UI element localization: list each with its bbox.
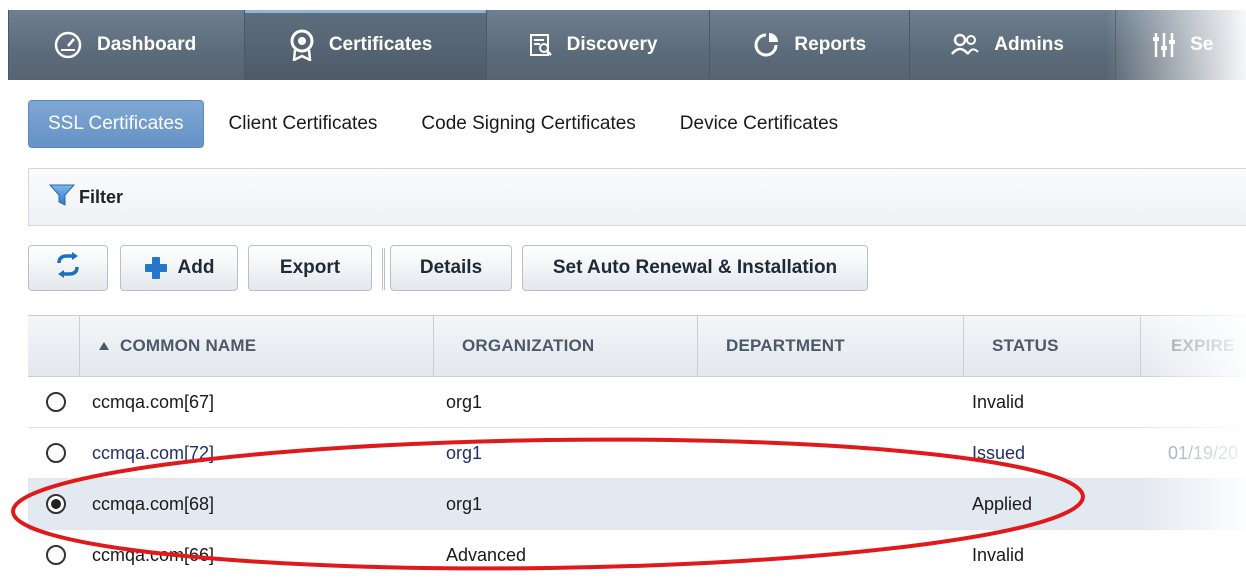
refresh-button[interactable] [28,245,108,291]
sort-ascending-icon [98,341,110,351]
row-select-radio-checked[interactable] [46,494,66,514]
cell-status: Invalid [972,545,1025,565]
cell-organization: org1 [446,443,483,463]
table-header: COMMON NAME ORGANIZATION DEPARTMENT STAT… [28,315,1246,377]
cell-common-name: ccmqa.com[72] [92,443,215,463]
certificate-type-tabs: SSL Certificates Client Certificates Cod… [28,100,863,148]
top-navigation: Dashboard Certificates Discovery Reports… [8,10,1246,80]
tab-device-certificates[interactable]: Device Certificates [661,100,857,148]
cell-status: Applied [972,494,1033,514]
export-button[interactable]: Export [248,245,372,291]
details-button[interactable]: Details [390,245,512,291]
nav-certificates[interactable]: Certificates [244,10,487,80]
filter-funnel-icon [48,183,76,212]
cell-organization: org1 [446,392,483,412]
column-header-department[interactable]: DEPARTMENT [698,316,964,376]
cell-organization: org1 [446,494,483,514]
nav-admins[interactable]: Admins [910,10,1117,80]
filter-bar[interactable]: Filter [28,168,1246,226]
ssl-certificates-table: COMMON NAME ORGANIZATION DEPARTMENT STAT… [28,315,1246,588]
cell-common-name: ccmqa.com[67] [92,392,215,412]
table-row[interactable]: ccmqa.com[67] org1 Invalid [28,377,1246,428]
table-row[interactable]: ccmqa.com[72] org1 Issued 01/19/20 [28,428,1246,479]
toolbar-separator [382,248,385,290]
reports-pie-icon [752,31,780,59]
column-label: COMMON NAME [120,336,257,355]
dashboard-gauge-icon [53,30,83,60]
discovery-scan-icon [529,33,553,57]
set-auto-renewal-button[interactable]: Set Auto Renewal & Installation [522,245,868,291]
row-select-radio[interactable] [46,443,66,463]
column-label: STATUS [992,336,1059,355]
nav-reports[interactable]: Reports [710,10,911,80]
row-select-radio[interactable] [46,392,66,412]
nav-label: Discovery [566,34,658,55]
table-row[interactable]: ccmqa.com[66] Advanced Invalid [28,530,1246,581]
admins-users-icon [950,32,980,58]
cell-status: Invalid [972,392,1025,412]
cell-common-name: ccmqa.com[66] [92,545,215,565]
column-header-common-name[interactable]: COMMON NAME [80,316,434,376]
certificate-award-icon [289,29,315,61]
nav-label: Reports [794,34,867,55]
table-row-selected[interactable]: ccmqa.com[68] org1 Applied [28,479,1246,530]
cell-common-name: ccmqa.com[68] [92,494,215,514]
nav-label: Dashboard [97,34,197,55]
tab-client-certificates[interactable]: Client Certificates [210,100,397,148]
cell-organization: Advanced [446,545,527,565]
nav-settings[interactable]: Se [1116,10,1246,80]
tab-ssl-certificates[interactable]: SSL Certificates [28,100,204,148]
column-header-organization[interactable]: ORGANIZATION [434,316,698,376]
nav-label: Certificates [328,34,433,55]
cell-status: Issued [972,443,1026,463]
column-label: ORGANIZATION [462,336,595,355]
tab-code-signing-certificates[interactable]: Code Signing Certificates [402,100,654,148]
column-header-status[interactable]: STATUS [964,316,1141,376]
column-label: EXPIRE [1171,336,1235,355]
row-select-radio[interactable] [46,545,66,565]
cell-expires: 01/19/20 [1168,443,1239,463]
filter-label: Filter [79,186,124,207]
add-label: Add [177,257,215,278]
nav-label: Se [1190,34,1214,55]
add-button[interactable]: Add [120,245,238,291]
settings-sliders-icon [1152,31,1176,59]
nav-label: Admins [994,34,1064,55]
refresh-icon [53,251,83,285]
nav-discovery[interactable]: Discovery [487,10,711,80]
plus-icon [144,256,168,280]
column-label: DEPARTMENT [726,336,845,355]
select-column-header [28,316,80,376]
nav-dashboard[interactable]: Dashboard [9,10,245,80]
column-header-expires[interactable]: EXPIRE [1141,316,1246,376]
